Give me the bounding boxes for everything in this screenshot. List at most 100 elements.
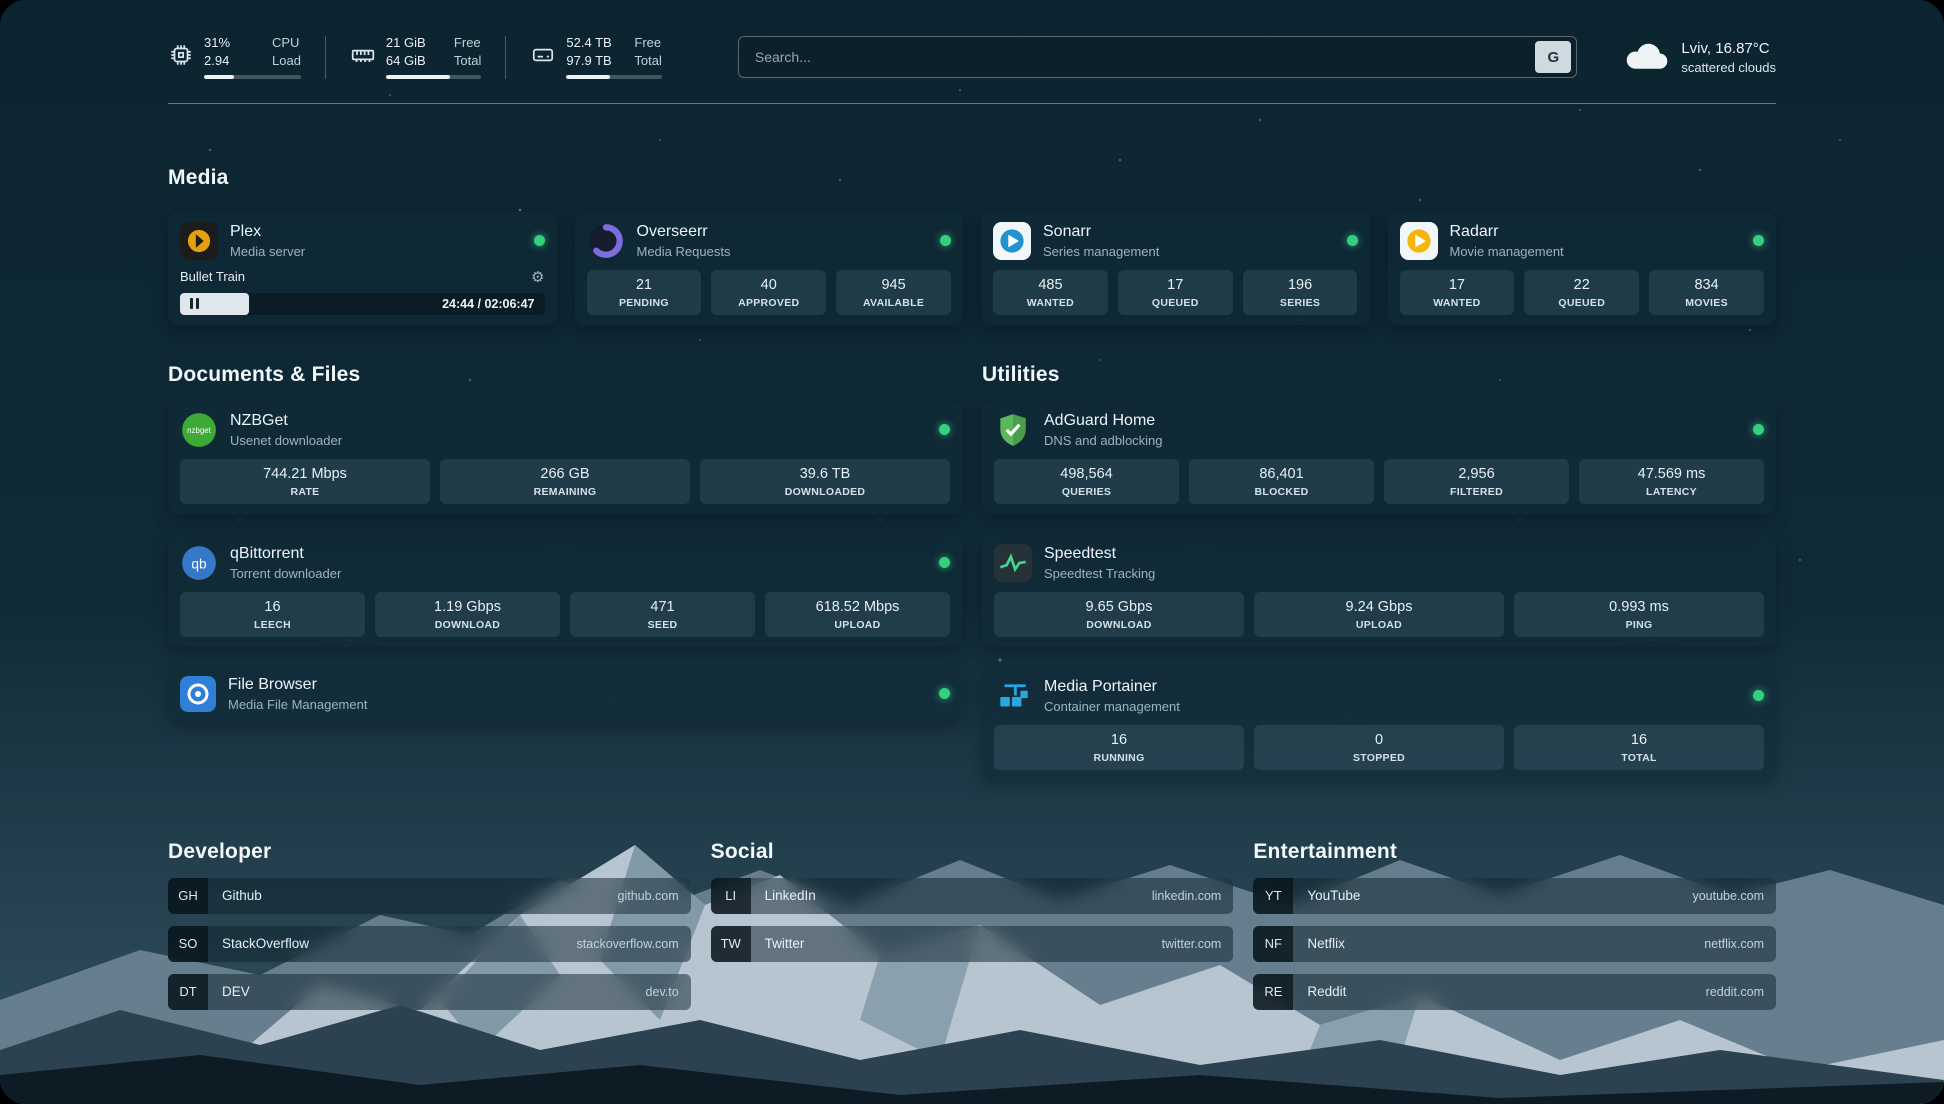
cpu-percent: 31% <box>204 36 254 51</box>
stat-wanted: 17 WANTED <box>1400 270 1515 315</box>
app-card-nzbget[interactable]: nzbget NZBGet Usenet downloader 744.21 M… <box>168 401 962 514</box>
memory-free-value: 21 GiB <box>386 36 436 51</box>
app-name: Sonarr <box>1043 223 1159 241</box>
app-card-adguard[interactable]: AdGuard Home DNS and adblocking 498,564 … <box>982 401 1776 514</box>
cpu-progress-bar <box>204 75 301 79</box>
nzbget-icon: nzbget <box>180 411 218 449</box>
app-subtitle: Media Requests <box>637 244 731 259</box>
status-dot <box>939 424 950 435</box>
now-playing-title: Bullet Train <box>180 269 245 284</box>
app-card-qbittorrent[interactable]: qb qBittorrent Torrent downloader 16 <box>168 534 962 647</box>
app-card-radarr[interactable]: Radarr Movie management 17 WANTED 22 QUE… <box>1388 212 1777 325</box>
speedtest-icon <box>994 544 1032 582</box>
bookmark-linkedin[interactable]: LI LinkedIn linkedin.com <box>711 878 1234 914</box>
status-dot <box>1753 235 1764 246</box>
app-name: Media Portainer <box>1044 678 1180 696</box>
weather-location: Lviv, 16.87°C <box>1681 40 1776 57</box>
stat-filtered: 2,956 FILTERED <box>1384 459 1569 504</box>
bookmarks-section: Developer GH Github github.com SO StackO… <box>168 840 1776 1010</box>
youtube-icon: YT <box>1253 878 1293 914</box>
bookmark-stackoverflow[interactable]: SO StackOverflow stackoverflow.com <box>168 926 691 962</box>
stat-download: 9.65 Gbps DOWNLOAD <box>994 592 1244 637</box>
status-dot <box>940 235 951 246</box>
stat-stopped: 0 STOPPED <box>1254 725 1504 770</box>
app-name: Speedtest <box>1044 545 1155 563</box>
app-name: Overseerr <box>637 223 731 241</box>
social-column: Social LI LinkedIn linkedin.com TW Twitt… <box>711 840 1234 1010</box>
media-player-bar: 24:44 / 02:06:47 <box>180 293 545 315</box>
memory-free-label: Free <box>454 36 481 51</box>
stat-queries: 498,564 QUERIES <box>994 459 1179 504</box>
settings-gear-icon[interactable]: ⚙ <box>531 268 544 286</box>
stat-total: 16 TOTAL <box>1514 725 1764 770</box>
app-card-sonarr[interactable]: Sonarr Series management 485 WANTED 17 Q… <box>981 212 1370 325</box>
bookmark-youtube[interactable]: YT YouTube youtube.com <box>1253 878 1776 914</box>
search-input[interactable] <box>755 49 1535 65</box>
app-subtitle: Movie management <box>1450 244 1564 259</box>
stat-seed: 471 SEED <box>570 592 755 637</box>
stat-upload: 9.24 Gbps UPLOAD <box>1254 592 1504 637</box>
stat-downloaded: 39.6 TB DOWNLOADED <box>700 459 950 504</box>
bookmark-netflix[interactable]: NF Netflix netflix.com <box>1253 926 1776 962</box>
app-card-overseerr[interactable]: Overseerr Media Requests 21 PENDING 40 A… <box>575 212 964 325</box>
stackoverflow-icon: SO <box>168 926 208 962</box>
bookmark-reddit[interactable]: RE Reddit reddit.com <box>1253 974 1776 1010</box>
memory-total-label: Total <box>454 54 481 69</box>
bookmark-github[interactable]: GH Github github.com <box>168 878 691 914</box>
stat-approved: 40 APPROVED <box>711 270 826 315</box>
cpu-widget: 31% 2.94 CPU Load <box>168 36 326 79</box>
app-card-speedtest[interactable]: Speedtest Speedtest Tracking 9.65 Gbps D… <box>982 534 1776 647</box>
section-title-developer: Developer <box>168 840 691 864</box>
qbittorrent-icon: qb <box>180 544 218 582</box>
stat-blocked: 86,401 BLOCKED <box>1189 459 1374 504</box>
utilities-column: Utilities AdGuard Home DNS and adblockin… <box>982 363 1776 780</box>
filebrowser-icon <box>180 676 216 712</box>
bookmark-dev[interactable]: DT DEV dev.to <box>168 974 691 1010</box>
twitter-icon: TW <box>711 926 751 962</box>
app-subtitle: DNS and adblocking <box>1044 433 1163 448</box>
bookmark-twitter[interactable]: TW Twitter twitter.com <box>711 926 1234 962</box>
app-card-portainer[interactable]: Media Portainer Container management 16 … <box>982 667 1776 780</box>
app-name: NZBGet <box>230 412 342 430</box>
developer-column: Developer GH Github github.com SO StackO… <box>168 840 691 1010</box>
stat-series: 196 SERIES <box>1243 270 1358 315</box>
section-title-entertainment: Entertainment <box>1253 840 1776 864</box>
header-divider <box>168 103 1776 104</box>
reddit-icon: RE <box>1253 974 1293 1010</box>
app-name: Radarr <box>1450 223 1564 241</box>
stat-upload: 618.52 Mbps UPLOAD <box>765 592 950 637</box>
svg-text:qb: qb <box>191 556 207 571</box>
weather-widget: Lviv, 16.87°C scattered clouds <box>1623 40 1776 75</box>
app-name: Plex <box>230 223 305 241</box>
ram-icon <box>350 42 376 68</box>
app-name: File Browser <box>228 676 367 694</box>
app-card-plex[interactable]: Plex Media server Bullet Train ⚙ 24:44 /… <box>168 212 557 325</box>
plex-icon <box>180 222 218 260</box>
memory-widget: 21 GiB 64 GiB Free Total <box>350 36 506 79</box>
github-icon: GH <box>168 878 208 914</box>
disk-total-label: Total <box>634 54 661 69</box>
overseerr-icon <box>587 222 625 260</box>
disk-widget: 52.4 TB 97.9 TB Free Total <box>530 36 685 79</box>
app-subtitle: Media File Management <box>228 697 367 712</box>
app-card-filebrowser[interactable]: File Browser Media File Management <box>168 667 962 721</box>
app-subtitle: Torrent downloader <box>230 566 341 581</box>
status-dot <box>534 235 545 246</box>
middle-columns: Documents & Files nzbget NZBGet Usenet d… <box>168 363 1776 780</box>
status-dot <box>1347 235 1358 246</box>
app-subtitle: Media server <box>230 244 305 259</box>
search-engine-button[interactable]: G <box>1535 41 1571 73</box>
dashboard: 31% 2.94 CPU Load <box>0 0 1944 1104</box>
pause-button[interactable] <box>190 298 199 309</box>
system-widgets: 31% 2.94 CPU Load <box>168 36 710 79</box>
stat-wanted: 485 WANTED <box>993 270 1108 315</box>
stat-latency: 47.569 ms LATENCY <box>1579 459 1764 504</box>
stat-remaining: 266 GB REMAINING <box>440 459 690 504</box>
disk-total-value: 97.9 TB <box>566 54 616 69</box>
stat-ping: 0.993 ms PING <box>1514 592 1764 637</box>
playback-time: 24:44 / 02:06:47 <box>442 297 534 311</box>
status-dot <box>939 688 950 699</box>
stat-movies: 834 MOVIES <box>1649 270 1764 315</box>
media-cards-row: Plex Media server Bullet Train ⚙ 24:44 /… <box>168 212 1776 325</box>
stat-pending: 21 PENDING <box>587 270 702 315</box>
